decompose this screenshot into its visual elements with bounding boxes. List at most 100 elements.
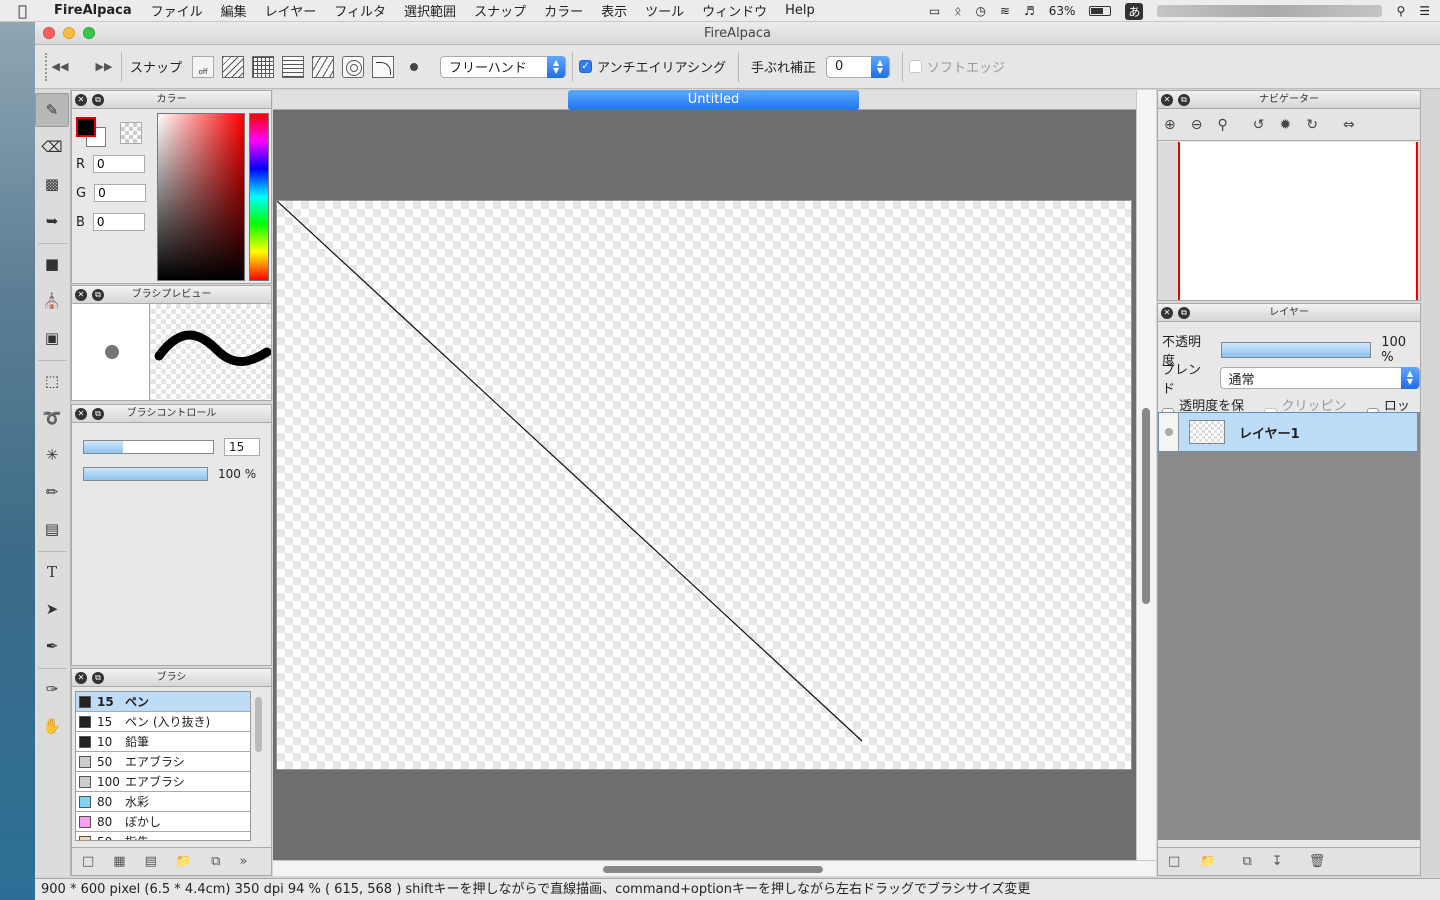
eyedropper-tool-icon[interactable]: ✑ — [35, 672, 69, 706]
duplicate-layer-icon[interactable]: ⧉ — [1242, 854, 1251, 869]
canvas-area[interactable]: Untitled — [273, 90, 1136, 860]
blue-input[interactable] — [92, 213, 145, 231]
brush-list-item[interactable]: 15 ペン (入り抜き) — [76, 712, 250, 732]
pen-tool-icon[interactable]: ✎ — [35, 93, 69, 127]
stabilizer-select[interactable]: 0 ▲ ▼ — [826, 55, 890, 78]
detach-icon[interactable]: ⧉ — [1178, 94, 1190, 106]
trash-icon[interactable]: 🗑 — [1309, 854, 1326, 869]
input-method-icon[interactable]: あ — [1125, 2, 1144, 20]
divide-tool-icon[interactable]: ✒ — [35, 629, 69, 663]
close-icon[interactable]: ✕ — [1161, 94, 1173, 106]
canvas-horizontal-scrollbar[interactable] — [273, 860, 1156, 876]
redo-icon[interactable]: ▶▶ — [93, 56, 115, 78]
dot-pen-tool-icon[interactable]: ▩ — [35, 167, 69, 201]
brush-import-icon[interactable]: ▤ — [145, 854, 157, 869]
brush-list-item[interactable]: 80 水彩 — [76, 792, 250, 812]
bucket-tool-icon[interactable]: ⛪ — [35, 284, 69, 318]
antialias-checkbox[interactable]: ✓ アンチエイリアシング — [579, 57, 726, 76]
red-input[interactable] — [93, 155, 146, 173]
detach-icon[interactable]: ⧉ — [92, 94, 104, 106]
bluetooth-icon[interactable]: ᛟ — [954, 4, 961, 18]
close-icon[interactable]: ✕ — [75, 672, 87, 684]
menu-select[interactable]: 選択範囲 — [404, 1, 456, 20]
operation-tool-icon[interactable]: ➤ — [35, 592, 69, 626]
magic-wand-tool-icon[interactable]: ✳ — [35, 438, 69, 472]
undo-icon[interactable]: ◀◀ — [49, 56, 71, 78]
detach-icon[interactable]: ⧉ — [92, 672, 104, 684]
menu-layer[interactable]: レイヤー — [265, 1, 317, 20]
brush-list-item[interactable]: 80 ぼかし — [76, 812, 250, 832]
close-icon[interactable]: ✕ — [75, 289, 87, 301]
notification-center-icon[interactable]: ☰ — [1419, 4, 1430, 18]
brush-list-scrollbar[interactable] — [255, 697, 262, 752]
rotate-reset-icon[interactable]: ✹ — [1279, 117, 1291, 133]
new-folder-icon[interactable]: 📁 — [1200, 854, 1216, 869]
volume-icon[interactable]: ♬ — [1024, 4, 1035, 18]
minimize-window-button[interactable] — [63, 27, 75, 39]
checkbox-empty-icon[interactable] — [909, 60, 922, 73]
rotate-left-icon[interactable]: ↺ — [1253, 117, 1265, 133]
select-rect-tool-icon[interactable]: ⬚ — [35, 364, 69, 398]
checkmark-icon[interactable]: ✓ — [579, 60, 593, 73]
canvas-vertical-scrollbar[interactable] — [1136, 90, 1156, 860]
airplay-icon[interactable]: ▭ — [929, 4, 940, 18]
new-brush-icon[interactable]: □ — [82, 854, 94, 869]
brush-list-item[interactable]: 100 エアブラシ — [76, 772, 250, 792]
detach-icon[interactable]: ⧉ — [92, 289, 104, 301]
brush-mode-select[interactable]: フリーハンド ▲ ▼ — [440, 55, 567, 78]
rotate-right-icon[interactable]: ↻ — [1306, 117, 1318, 133]
battery-icon[interactable] — [1089, 6, 1112, 16]
fill-rect-tool-icon[interactable]: ■ — [35, 247, 69, 281]
detach-icon[interactable]: ⧉ — [92, 408, 104, 420]
brush-list-item[interactable]: 10 鉛筆 — [76, 732, 250, 752]
saturation-value-picker[interactable] — [157, 113, 245, 281]
move-tool-icon[interactable]: ➥ — [35, 204, 69, 238]
menu-filter[interactable]: フィルタ — [334, 1, 386, 20]
wifi-icon[interactable]: ≋ — [1000, 4, 1010, 18]
lasso-tool-icon[interactable]: ➰ — [35, 401, 69, 435]
visibility-toggle[interactable] — [1159, 413, 1179, 451]
brush-size-slider[interactable] — [83, 440, 214, 454]
duplicate-brush-icon[interactable]: ⧉ — [211, 854, 220, 869]
blend-mode-select[interactable]: 通常 ▲ ▼ — [1219, 367, 1420, 389]
snap-point-icon[interactable] — [410, 62, 419, 71]
vertical-scroll-thumb[interactable] — [1142, 408, 1150, 604]
text-tool-icon[interactable]: T — [35, 555, 69, 589]
flip-horizontal-icon[interactable]: ⇔ — [1343, 117, 1355, 133]
drawing-canvas[interactable] — [276, 200, 1132, 770]
brush-list-item[interactable]: 50 エアブラシ — [76, 752, 250, 772]
app-menu[interactable]: FireAlpaca — [54, 3, 132, 18]
snap-horizontal-icon[interactable] — [282, 55, 305, 78]
close-window-button[interactable] — [43, 27, 55, 39]
snap-concentric-icon[interactable] — [342, 55, 365, 78]
menu-view[interactable]: 表示 — [601, 1, 627, 20]
horizontal-scroll-thumb[interactable] — [603, 866, 823, 873]
green-input[interactable] — [94, 184, 147, 202]
snap-grid-icon[interactable] — [252, 55, 275, 78]
zoom-window-button[interactable] — [83, 27, 95, 39]
menu-snap[interactable]: スナップ — [474, 1, 526, 20]
spotlight-icon[interactable]: ⚲ — [1396, 4, 1405, 18]
document-tab[interactable]: Untitled — [568, 90, 859, 110]
more-icon[interactable]: » — [239, 854, 247, 869]
hand-tool-icon[interactable]: ✋ — [35, 709, 69, 743]
merge-down-icon[interactable]: ↧ — [1272, 854, 1283, 869]
brush-list-item[interactable]: 50指先 — [76, 832, 250, 840]
close-icon[interactable]: ✕ — [75, 94, 87, 106]
select-eraser-tool-icon[interactable]: ▤ — [35, 512, 69, 546]
brush-opacity-slider[interactable] — [83, 467, 208, 481]
menu-tool[interactable]: ツール — [645, 1, 684, 20]
hue-slider[interactable] — [249, 113, 269, 281]
brush-size-input[interactable]: 15 — [224, 438, 260, 456]
close-icon[interactable]: ✕ — [1161, 307, 1173, 319]
menu-edit[interactable]: 編集 — [221, 1, 247, 20]
new-layer-icon[interactable]: □ — [1168, 854, 1180, 869]
layer-row[interactable]: レイヤー1 — [1158, 412, 1418, 452]
snap-parallel-icon[interactable] — [222, 55, 245, 78]
snap-curve-icon[interactable] — [372, 55, 395, 78]
menu-color[interactable]: カラー — [544, 1, 583, 20]
brush-list-item[interactable]: 15 ペン — [76, 692, 250, 712]
gradient-tool-icon[interactable]: ▣ — [35, 321, 69, 355]
window-titlebar[interactable]: FireAlpaca — [35, 22, 1440, 45]
menu-file[interactable]: ファイル — [151, 1, 203, 20]
